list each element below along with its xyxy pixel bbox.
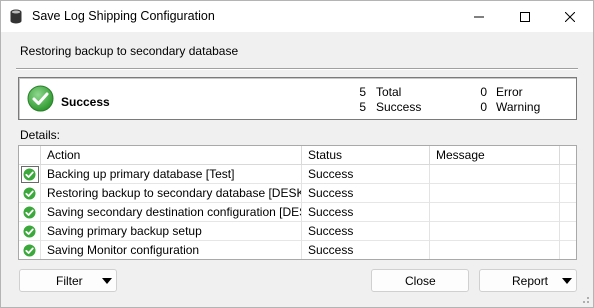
- resize-grip-icon[interactable]: [580, 294, 590, 304]
- header-text: Restoring backup to secondary database: [20, 44, 239, 58]
- cell-action: Saving Monitor configuration: [41, 241, 302, 259]
- column-header-message[interactable]: Message: [430, 146, 560, 165]
- cell-filler: [560, 222, 576, 241]
- selection-box: [20, 166, 39, 183]
- report-button[interactable]: Report: [479, 269, 577, 292]
- cell-action: Saving primary backup setup: [41, 222, 302, 241]
- window-title: Save Log Shipping Configuration: [32, 9, 215, 23]
- header-divider: [16, 68, 578, 70]
- cell-status: Success: [302, 165, 430, 184]
- table-row[interactable]: Saving primary backup setup Success: [19, 222, 576, 241]
- success-check-icon: [23, 244, 36, 257]
- summary-status: Success: [61, 95, 110, 109]
- table-row[interactable]: Saving Monitor configuration Success: [19, 241, 576, 259]
- dialog-window: Save Log Shipping Configuration Restorin…: [0, 0, 594, 308]
- cell-message: [430, 222, 560, 241]
- minimize-button[interactable]: [456, 1, 502, 32]
- filter-button[interactable]: Filter: [19, 269, 117, 292]
- cell-message: [430, 184, 560, 203]
- close-window-button[interactable]: [547, 1, 593, 32]
- error-count: 0: [480, 85, 487, 99]
- success-label: Success: [376, 100, 422, 114]
- cell-action: Saving secondary destination configurati…: [41, 203, 302, 222]
- row-icon-cell: [19, 165, 41, 184]
- row-header-corner: [19, 146, 41, 165]
- cell-filler: [560, 184, 576, 203]
- total-count: 5: [359, 85, 366, 99]
- success-check-icon: [23, 187, 36, 200]
- close-icon: [565, 11, 575, 22]
- cell-filler: [560, 241, 576, 259]
- row-icon-cell: [19, 203, 41, 222]
- table-row[interactable]: Backing up primary database [Test] Succe…: [19, 165, 576, 184]
- grid-header: Action Status Message: [19, 146, 576, 165]
- minimize-icon: [474, 16, 484, 17]
- maximize-button[interactable]: [502, 1, 548, 32]
- column-header-filler: [560, 146, 576, 165]
- summary-panel: Success 5 Total 5 Success 0 Error 0 Warn…: [18, 77, 577, 120]
- filter-button-label: Filter: [56, 274, 83, 288]
- success-check-icon: [23, 168, 36, 181]
- details-label: Details:: [20, 128, 61, 142]
- cell-message: [430, 165, 560, 184]
- cell-filler: [560, 203, 576, 222]
- cell-status: Success: [302, 222, 430, 241]
- total-label: Total: [376, 85, 402, 99]
- details-grid[interactable]: Action Status Message Backing up primary…: [18, 145, 577, 260]
- cell-status: Success: [302, 203, 430, 222]
- warning-count: 0: [480, 100, 487, 114]
- row-icon-cell: [19, 184, 41, 203]
- maximize-icon: [520, 11, 530, 22]
- warning-label: Warning: [496, 100, 541, 114]
- table-row[interactable]: Saving secondary destination configurati…: [19, 203, 576, 222]
- title-bar[interactable]: Save Log Shipping Configuration: [1, 1, 593, 32]
- success-check-icon: [27, 85, 54, 112]
- cell-action: Restoring backup to secondary database […: [41, 184, 302, 203]
- table-row[interactable]: Restoring backup to secondary database […: [19, 184, 576, 203]
- database-icon: [10, 9, 22, 24]
- column-header-action[interactable]: Action: [41, 146, 302, 165]
- row-icon-cell: [19, 222, 41, 241]
- row-icon-cell: [19, 241, 41, 259]
- success-count: 5: [359, 100, 366, 114]
- close-button-label: Close: [405, 274, 436, 288]
- report-button-label: Report: [512, 274, 549, 288]
- cell-status: Success: [302, 184, 430, 203]
- cell-message: [430, 241, 560, 259]
- cell-action: Backing up primary database [Test]: [41, 165, 302, 184]
- chevron-down-icon: [102, 278, 112, 284]
- close-button[interactable]: Close: [371, 269, 469, 292]
- cell-status: Success: [302, 241, 430, 259]
- cell-filler: [560, 165, 576, 184]
- success-check-icon: [23, 225, 36, 238]
- success-check-icon: [23, 206, 36, 219]
- error-label: Error: [496, 85, 523, 99]
- chevron-down-icon: [562, 278, 572, 284]
- cell-message: [430, 203, 560, 222]
- column-header-status[interactable]: Status: [302, 146, 430, 165]
